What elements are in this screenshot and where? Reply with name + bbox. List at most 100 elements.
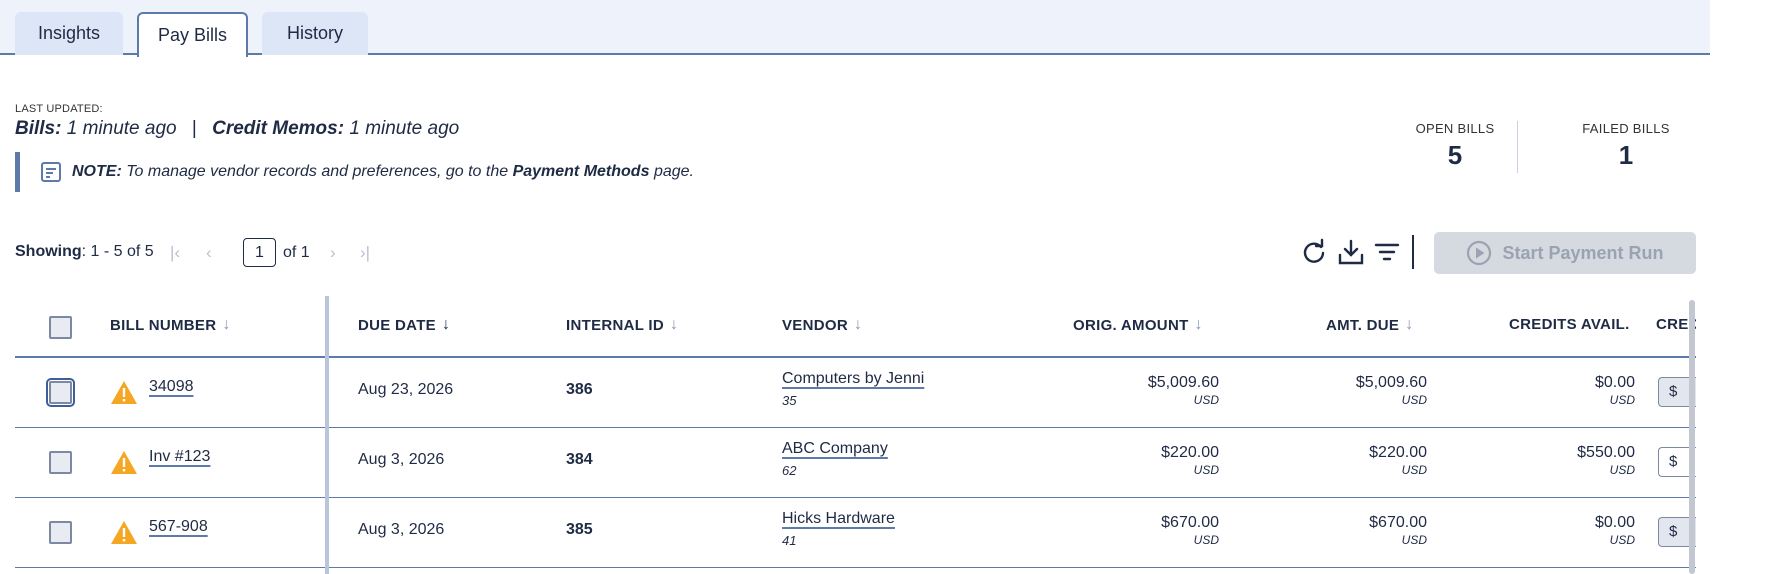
col-credits-avail[interactable]: CREDITS AVAIL. (1509, 316, 1630, 333)
row-checkbox[interactable] (49, 451, 72, 474)
tab-history[interactable]: History (262, 12, 368, 55)
vendor-name: Computers by Jenni (782, 370, 925, 387)
open-bills-stat: OPEN BILLS 5 (1410, 121, 1500, 171)
payment-methods-link[interactable]: Payment Methods (513, 163, 650, 180)
failed-bills-stat: FAILED BILLS 1 (1576, 121, 1676, 171)
credits-available: $550.00 USD (1495, 444, 1635, 477)
bills-label: Bills: (15, 118, 62, 139)
amount-due: $220.00 USD (1287, 444, 1427, 477)
failed-bills-label: FAILED BILLS (1582, 121, 1670, 136)
play-icon (1467, 240, 1492, 266)
currency: USD (1193, 533, 1219, 547)
bills-table: BILL NUMBER ↓ DUE DATE ↓ INTERNAL ID ↓ VEND… (15, 296, 1696, 574)
vendor-name-link[interactable]: Computers by Jenni (782, 370, 924, 388)
col-label: BILL NUMBER (110, 316, 217, 334)
currency: USD (1193, 463, 1219, 477)
last-updated-caption: LAST UPDATED: (15, 103, 103, 115)
bill-number-link[interactable]: 34098 (149, 378, 194, 396)
last-page-icon[interactable]: ›| (360, 243, 370, 263)
col-label: CREDITS AVAIL. (1509, 316, 1630, 333)
page-input[interactable]: 1 (243, 238, 276, 267)
tab-pay-bills[interactable]: Pay Bills (137, 12, 248, 57)
failed-bills-value: 1 (1618, 140, 1634, 170)
bill-number: 34098 (149, 378, 194, 395)
due-date: Aug 3, 2026 (358, 521, 445, 538)
table-row[interactable]: 34098 Aug 23, 2026 386 Computers by Jenn… (15, 358, 1696, 428)
next-page-icon[interactable]: › (330, 243, 336, 263)
bill-number-link[interactable]: 567-908 (149, 518, 208, 536)
showing-range: : 1 - 5 of 5 (81, 243, 154, 260)
stat-divider (1517, 121, 1518, 173)
amount-value: $220.00 (1161, 444, 1219, 461)
page-margin (1710, 0, 1776, 574)
download-icon[interactable] (1337, 238, 1365, 266)
due-date: Aug 23, 2026 (358, 381, 454, 398)
col-label: ORIG. AMOUNT (1073, 316, 1189, 334)
sort-arrow-icon: ↓ (1405, 316, 1414, 333)
refresh-icon[interactable] (1300, 238, 1328, 266)
col-label: INTERNAL ID (566, 316, 665, 334)
internal-id: 385 (566, 521, 593, 538)
row-checkbox[interactable] (49, 521, 72, 544)
frozen-column-divider[interactable] (325, 296, 329, 574)
tab-insights[interactable]: Insights (15, 12, 123, 55)
vendor-id: 62 (782, 463, 797, 478)
orig-amount: $670.00 USD (1079, 514, 1219, 547)
start-payment-run-label: Start Payment Run (1502, 242, 1664, 263)
bill-number-link[interactable]: Inv #123 (149, 448, 210, 466)
credits-available: $0.00 USD (1495, 374, 1635, 407)
memos-value: 1 minute ago (349, 118, 460, 139)
sort-arrow-icon: ↓ (222, 316, 231, 333)
prev-page-icon[interactable]: ‹ (206, 243, 212, 263)
currency: USD (1401, 533, 1427, 547)
amount-value: $0.00 (1594, 514, 1635, 531)
row-checkbox[interactable] (46, 378, 75, 407)
warning-icon (111, 521, 137, 544)
vendor-id: 41 (782, 533, 797, 548)
showing-count: Showing: 1 - 5 of 5 (15, 243, 154, 261)
amount-due: $670.00 USD (1287, 514, 1427, 547)
amount-value: $550.00 (1577, 444, 1635, 461)
last-updated-line: Bills: 1 minute ago | Credit Memos: 1 mi… (15, 118, 459, 140)
col-label: DUE DATE (358, 316, 436, 334)
vendor-name-link[interactable]: ABC Company (782, 440, 888, 458)
page-total: of 1 (283, 244, 310, 261)
internal-id: 384 (566, 451, 593, 468)
tab-bar: Insights Pay Bills History (0, 0, 1710, 57)
col-label: AMT. DUE (1326, 316, 1400, 334)
vendor-id: 35 (782, 393, 797, 408)
warning-icon (111, 381, 137, 404)
col-label: VENDOR (782, 316, 848, 334)
start-payment-run-button[interactable]: Start Payment Run (1434, 232, 1696, 274)
col-orig-amount[interactable]: ORIG. AMOUNT ↓ (1073, 316, 1203, 334)
vendor-name-link[interactable]: Hicks Hardware (782, 510, 895, 528)
amount-value: $5,009.60 (1147, 374, 1219, 391)
amount-value: $670.00 (1161, 514, 1219, 531)
col-internal-id[interactable]: INTERNAL ID ↓ (566, 316, 678, 334)
note-tail: page. (653, 163, 694, 180)
open-bills-value: 5 (1447, 140, 1463, 170)
table-scrollbar[interactable] (1689, 300, 1695, 574)
sort-arrow-icon: ↓ (441, 316, 451, 333)
tab-label: Insights (37, 23, 101, 43)
col-vendor[interactable]: VENDOR ↓ (782, 316, 862, 334)
filter-icon[interactable] (1373, 238, 1401, 266)
select-all-checkbox[interactable] (49, 316, 72, 339)
col-amt-due[interactable]: AMT. DUE ↓ (1326, 316, 1414, 334)
amount-value: $0.00 (1594, 374, 1635, 391)
bill-number: Inv #123 (149, 448, 211, 465)
col-due-date[interactable]: DUE DATE ↓ (358, 316, 450, 334)
first-page-icon[interactable]: |‹ (170, 243, 180, 263)
currency: USD (1401, 393, 1427, 407)
amount-due: $5,009.60 USD (1287, 374, 1427, 407)
memos-label: Credit Memos: (212, 118, 345, 139)
sort-arrow-icon: ↓ (670, 316, 679, 333)
tab-label: History (286, 23, 343, 43)
sort-arrow-icon: ↓ (1194, 316, 1203, 333)
note-body: To manage vendor records and preferences… (126, 163, 509, 180)
showing-label: Showing (15, 243, 82, 260)
col-bill-number[interactable]: BILL NUMBER ↓ (110, 316, 231, 334)
table-row[interactable]: 567-908 Aug 3, 2026 385 Hicks Hardware 4… (15, 498, 1696, 568)
currency: USD (1609, 533, 1635, 547)
table-row[interactable]: Inv #123 Aug 3, 2026 384 ABC Company 62 … (15, 428, 1696, 498)
